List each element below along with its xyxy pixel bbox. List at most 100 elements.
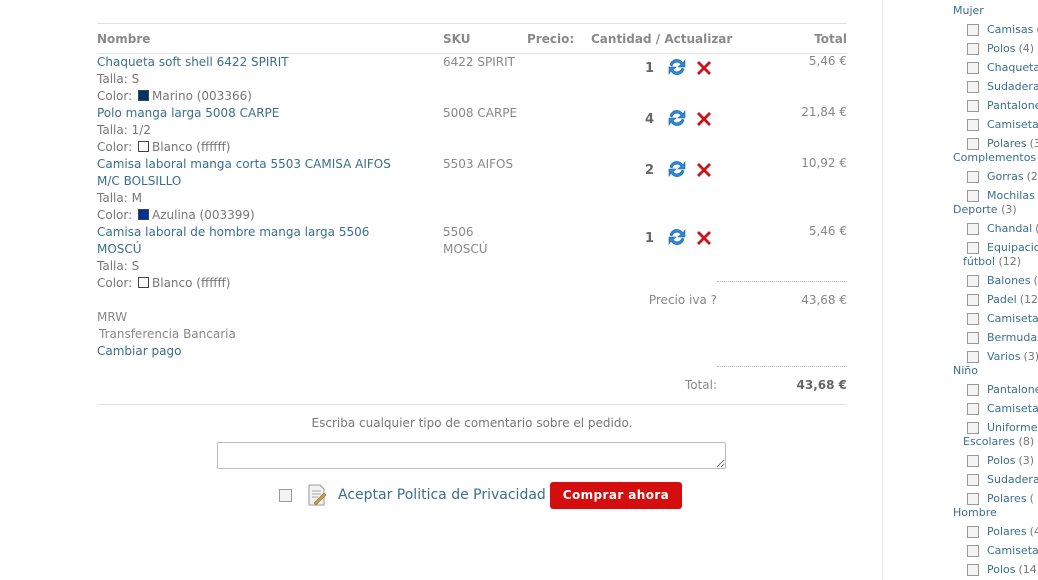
category-label[interactable]: Uniforme xyxy=(987,421,1038,434)
category-title-label[interactable]: Deporte xyxy=(953,203,998,216)
category-title-complementos[interactable]: Complementos xyxy=(953,151,1036,164)
category-checkbox[interactable] xyxy=(967,80,979,93)
delete-icon[interactable] xyxy=(695,161,713,179)
category-title-nino[interactable]: Niño xyxy=(953,364,978,377)
category-checkbox[interactable] xyxy=(967,454,979,467)
category-checkbox[interactable] xyxy=(967,350,979,363)
category-label[interactable]: Camisas xyxy=(987,23,1033,36)
category-checkbox[interactable] xyxy=(967,274,979,287)
category-item[interactable]: Uniforme xyxy=(967,419,1038,436)
product-link[interactable]: Camisa laboral manga corta 5503 CAMISA A… xyxy=(97,157,391,188)
category-item[interactable]: Sudaderas xyxy=(967,78,1038,95)
category-item[interactable]: Chaqueta xyxy=(967,59,1038,76)
category-item[interactable]: Pantalone xyxy=(967,97,1038,114)
category-checkbox[interactable] xyxy=(967,189,979,202)
product-link[interactable]: Chaqueta soft shell 6422 SPIRIT xyxy=(97,55,289,69)
delete-icon[interactable] xyxy=(695,229,713,247)
comment-textarea[interactable] xyxy=(217,442,726,469)
product-link[interactable]: Camisa laboral de hombre manga larga 550… xyxy=(97,225,369,256)
category-checkbox[interactable] xyxy=(967,544,979,557)
refresh-icon[interactable] xyxy=(667,108,687,128)
category-label[interactable]: Chandal xyxy=(987,222,1032,235)
category-checkbox[interactable] xyxy=(967,222,979,235)
category-label[interactable]: Pantalone xyxy=(987,99,1038,112)
category-item[interactable]: Camisetas xyxy=(967,116,1038,133)
category-item[interactable]: Polares( xyxy=(967,490,1034,507)
change-payment-link[interactable]: Cambiar pago xyxy=(97,344,181,358)
category-label[interactable]: Polos xyxy=(987,454,1016,467)
buy-now-button[interactable]: Comprar ahora xyxy=(549,481,683,509)
category-title-hombre[interactable]: Hombre xyxy=(953,506,997,519)
privacy-checkbox[interactable] xyxy=(279,488,292,502)
category-label[interactable]: Equipacio xyxy=(987,241,1038,254)
category-item[interactable]: Gorras(20 xyxy=(967,168,1038,185)
category-label[interactable]: Camisetas xyxy=(987,544,1038,557)
category-checkbox[interactable] xyxy=(967,383,979,396)
category-checkbox[interactable] xyxy=(967,312,979,325)
product-link[interactable]: Polo manga larga 5008 CARPE xyxy=(97,106,279,120)
category-item[interactable]: Polos (3) xyxy=(967,452,1034,469)
category-checkbox[interactable] xyxy=(967,402,979,415)
category-checkbox[interactable] xyxy=(967,170,979,183)
category-item[interactable]: Camisetas xyxy=(967,400,1038,417)
category-label[interactable]: Gorras xyxy=(987,170,1024,183)
category-checkbox[interactable] xyxy=(967,331,979,344)
category-checkbox[interactable] xyxy=(967,563,979,576)
category-item[interactable]: Pantalone xyxy=(967,381,1038,398)
category-label[interactable]: Polos xyxy=(987,563,1016,576)
category-item[interactable]: Camisetas xyxy=(967,542,1038,559)
delete-icon[interactable] xyxy=(695,110,713,128)
category-item[interactable]: Polares (4 xyxy=(967,523,1038,540)
category-checkbox[interactable] xyxy=(967,473,979,486)
category-item[interactable]: Mochilas( xyxy=(967,187,1038,204)
category-item[interactable]: Camisas( xyxy=(967,21,1038,38)
category-label[interactable]: Polos xyxy=(987,42,1016,55)
category-label[interactable]: Polares xyxy=(987,525,1027,538)
category-checkbox[interactable] xyxy=(967,492,979,505)
refresh-icon[interactable] xyxy=(667,159,687,179)
category-item[interactable]: Camisetas xyxy=(967,310,1038,327)
category-label[interactable]: Polares xyxy=(987,137,1027,150)
category-checkbox[interactable] xyxy=(967,525,979,538)
category-checkbox[interactable] xyxy=(967,42,979,55)
category-checkbox[interactable] xyxy=(967,99,979,112)
category-item[interactable]: Polos (14 xyxy=(967,561,1037,578)
subtotal-label[interactable]: Precio iva ? xyxy=(649,293,717,307)
category-label[interactable]: Camisetas xyxy=(987,402,1038,415)
category-item[interactable]: Varios (3) xyxy=(967,348,1038,365)
category-item[interactable]: Balones( xyxy=(967,272,1038,289)
category-label[interactable]: Camisetas xyxy=(987,312,1038,325)
category-label[interactable]: Mochilas xyxy=(987,189,1035,202)
category-checkbox[interactable] xyxy=(967,293,979,306)
category-label[interactable]: Camisetas xyxy=(987,118,1038,131)
refresh-icon[interactable] xyxy=(667,227,687,247)
category-label[interactable]: Varios xyxy=(987,350,1020,363)
category-checkbox[interactable] xyxy=(967,137,979,150)
category-item[interactable]: Polares (3 xyxy=(967,135,1038,152)
category-label[interactable]: Sudaderas xyxy=(987,80,1038,93)
category-checkbox[interactable] xyxy=(967,23,979,36)
category-checkbox[interactable] xyxy=(967,118,979,131)
category-checkbox[interactable] xyxy=(967,61,979,74)
category-item[interactable]: Chandal( xyxy=(967,220,1038,237)
category-subtitle[interactable]: Escolares (8) xyxy=(963,435,1034,448)
category-title-mujer[interactable]: Mujer xyxy=(953,4,984,17)
category-subtitle[interactable]: fútbol (12) xyxy=(963,255,1021,268)
category-item[interactable]: Padel (12 xyxy=(967,291,1038,308)
category-label[interactable]: Sudadera xyxy=(987,473,1038,486)
category-subtitle-label[interactable]: fútbol xyxy=(963,255,995,268)
category-label[interactable]: Chaqueta xyxy=(987,61,1038,74)
category-item[interactable]: Sudadera xyxy=(967,471,1038,488)
category-title-deporte[interactable]: Deporte (3) xyxy=(953,203,1017,216)
category-label[interactable]: Polares xyxy=(987,492,1027,505)
category-checkbox[interactable] xyxy=(967,421,979,434)
category-subtitle-label[interactable]: Escolares xyxy=(963,435,1015,448)
category-label[interactable]: Bermudas xyxy=(987,331,1038,344)
delete-icon[interactable] xyxy=(695,59,713,77)
refresh-icon[interactable] xyxy=(667,57,687,77)
privacy-link[interactable]: Aceptar Politica de Privacidad xyxy=(338,487,546,503)
category-item[interactable]: Polos (4) xyxy=(967,40,1034,57)
category-label[interactable]: Balones xyxy=(987,274,1031,287)
category-label[interactable]: Padel xyxy=(987,293,1017,306)
category-label[interactable]: Pantalone xyxy=(987,383,1038,396)
